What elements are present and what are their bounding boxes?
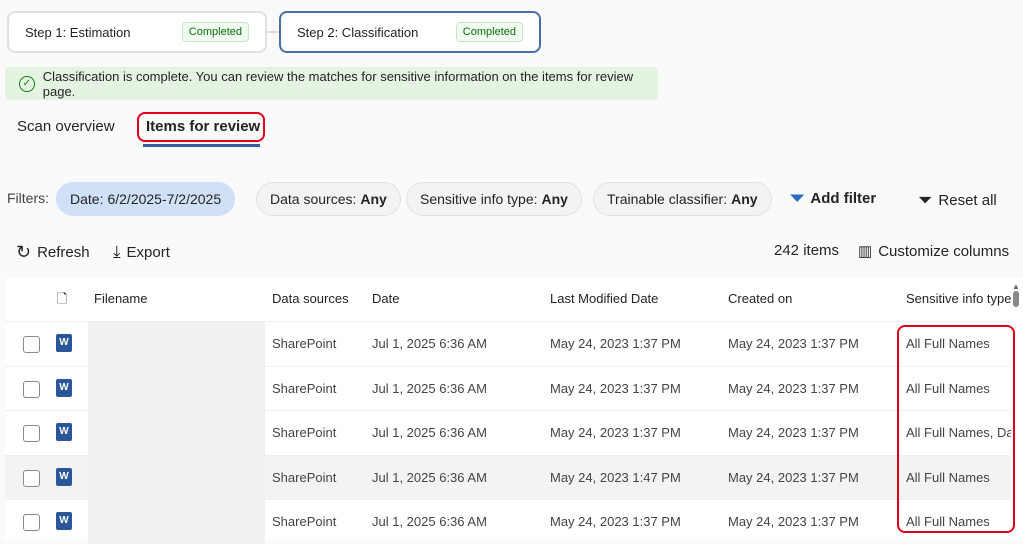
scrollbar[interactable]: ▲	[1011, 282, 1021, 310]
success-banner: ✓ Classification is complete. You can re…	[5, 67, 658, 100]
column-header[interactable]: Filename	[94, 291, 147, 306]
cell-date: Jul 1, 2025 6:36 AM	[372, 470, 487, 485]
columns-icon: ▥	[858, 242, 872, 260]
table-row[interactable]: W SharePoint Jul 1, 2025 6:36 AM May 24,…	[5, 366, 1010, 410]
status-badge: Completed	[182, 22, 249, 42]
export-button[interactable]: ⤓Export	[113, 242, 170, 262]
cell-created-on: May 24, 2023 1:37 PM	[728, 470, 859, 485]
column-header[interactable]: Sensitive info type	[906, 291, 1012, 306]
cell-data-source: SharePoint	[272, 470, 336, 485]
column-header[interactable]: Date	[372, 291, 399, 306]
word-file-icon: W	[56, 423, 72, 441]
reset-all-button[interactable]: ⏷Reset all	[918, 190, 997, 211]
refresh-icon: ↻	[16, 242, 31, 263]
cell-last-modified: May 24, 2023 1:47 PM	[550, 470, 681, 485]
row-checkbox[interactable]	[23, 514, 40, 531]
row-checkbox[interactable]	[23, 470, 40, 487]
cell-created-on: May 24, 2023 1:37 PM	[728, 381, 859, 396]
cell-data-source: SharePoint	[272, 336, 336, 351]
word-file-icon: W	[56, 468, 72, 486]
download-icon: ⤓	[113, 242, 121, 262]
cell-created-on: May 24, 2023 1:37 PM	[728, 425, 859, 440]
filename-redacted	[88, 322, 265, 366]
step-connector	[267, 31, 279, 33]
cell-date: Jul 1, 2025 6:36 AM	[372, 336, 487, 351]
tab-underline	[143, 144, 260, 147]
highlight-box	[897, 325, 1015, 533]
filename-redacted	[88, 456, 265, 500]
cell-data-source: SharePoint	[272, 425, 336, 440]
add-filter-button[interactable]: ⏷Add filter	[790, 188, 876, 209]
customize-columns-button[interactable]: ▥Customize columns	[858, 242, 1009, 260]
filename-redacted	[88, 411, 265, 455]
cell-last-modified: May 24, 2023 1:37 PM	[550, 514, 681, 529]
filter-reset-icon: ⏷	[918, 190, 932, 211]
item-count: 242 items	[774, 242, 839, 259]
cell-date: Jul 1, 2025 6:36 AM	[372, 381, 487, 396]
cell-last-modified: May 24, 2023 1:37 PM	[550, 381, 681, 396]
filter-add-icon: ⏷	[790, 188, 804, 209]
column-header[interactable]: Data sources	[272, 291, 349, 306]
row-checkbox[interactable]	[23, 381, 40, 398]
step-estimation[interactable]: Step 1: Estimation Completed	[7, 11, 267, 53]
file-type-icon: 🗋	[57, 290, 67, 312]
word-file-icon: W	[56, 379, 72, 397]
filter-chip-data-sources[interactable]: Data sources:Any	[256, 182, 401, 216]
highlight-box	[137, 112, 265, 142]
filter-chip-trainable-classifier[interactable]: Trainable classifier:Any	[593, 182, 772, 216]
cell-last-modified: May 24, 2023 1:37 PM	[550, 336, 681, 351]
cell-created-on: May 24, 2023 1:37 PM	[728, 514, 859, 529]
check-circle-icon: ✓	[19, 76, 35, 92]
step-classification[interactable]: Step 2: Classification Completed	[279, 11, 541, 53]
status-badge: Completed	[456, 22, 523, 42]
cell-last-modified: May 24, 2023 1:37 PM	[550, 425, 681, 440]
filters-label: Filters:	[7, 190, 49, 206]
step-label: Step 1: Estimation	[25, 25, 131, 40]
filter-chip-sensitive-info-type[interactable]: Sensitive info type:Any	[406, 182, 582, 216]
banner-text: Classification is complete. You can revi…	[43, 69, 658, 99]
row-checkbox[interactable]	[23, 425, 40, 442]
word-file-icon: W	[56, 334, 72, 352]
column-header[interactable]: Last Modified Date	[550, 291, 658, 306]
refresh-button[interactable]: ↻Refresh	[16, 242, 90, 263]
cell-data-source: SharePoint	[272, 381, 336, 396]
filename-redacted	[88, 500, 265, 544]
items-table: 🗋 Filename Data sources Date Last Modifi…	[5, 278, 1023, 539]
row-checkbox[interactable]	[23, 336, 40, 353]
tab-scan-overview[interactable]: Scan overview	[17, 118, 115, 135]
table-row[interactable]: W SharePoint Jul 1, 2025 6:36 AM May 24,…	[5, 410, 1010, 454]
table-row[interactable]: W SharePoint Jul 1, 2025 6:36 AM May 24,…	[5, 455, 1010, 499]
cell-date: Jul 1, 2025 6:36 AM	[372, 514, 487, 529]
step-label: Step 2: Classification	[297, 25, 418, 40]
filter-chip-date[interactable]: Date:6/2/2025-7/2/2025	[56, 182, 235, 216]
cell-data-source: SharePoint	[272, 514, 336, 529]
word-file-icon: W	[56, 512, 72, 530]
filename-redacted	[88, 367, 265, 411]
column-header[interactable]: Created on	[728, 291, 792, 306]
table-row[interactable]: W SharePoint Jul 1, 2025 6:36 AM May 24,…	[5, 321, 1010, 365]
table-row[interactable]: W SharePoint Jul 1, 2025 6:36 AM May 24,…	[5, 499, 1010, 543]
cell-created-on: May 24, 2023 1:37 PM	[728, 336, 859, 351]
cell-date: Jul 1, 2025 6:36 AM	[372, 425, 487, 440]
